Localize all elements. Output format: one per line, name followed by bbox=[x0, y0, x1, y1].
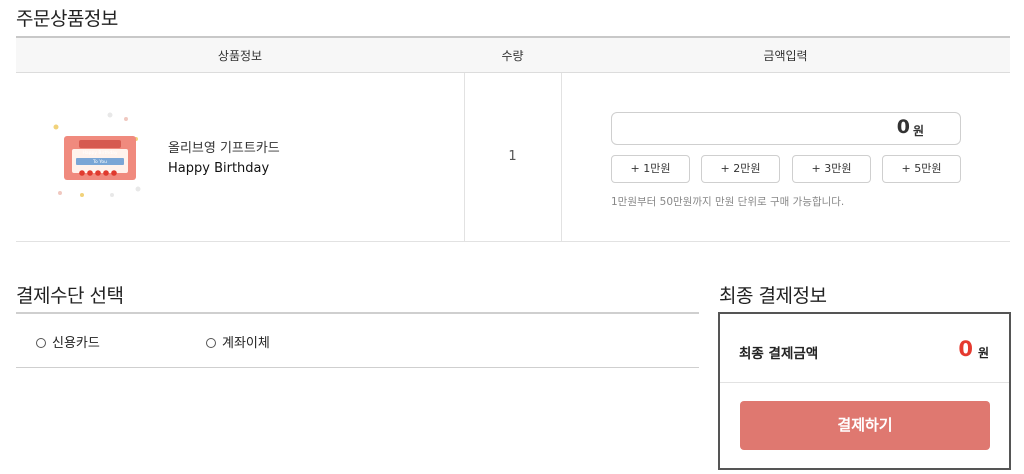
card-text-line1: Happy Birthday bbox=[82, 150, 117, 156]
table-header: 상품정보 수량 금액입력 bbox=[16, 36, 1010, 73]
quantity-value: 1 bbox=[508, 149, 517, 164]
radio-label: 신용카드 bbox=[52, 336, 100, 351]
final-amount-value: 0 bbox=[958, 337, 973, 361]
table-row: Happy Birthday To You 올리브영 기프트카드 Happy B… bbox=[16, 73, 1010, 242]
divider bbox=[16, 312, 699, 314]
add-30000-button[interactable]: + 3만원 bbox=[792, 155, 871, 183]
divider bbox=[16, 367, 699, 368]
product-subname: Happy Birthday bbox=[168, 161, 270, 176]
card-text-line2: To You bbox=[92, 159, 107, 165]
final-amount-unit: 원 bbox=[977, 346, 989, 360]
column-divider bbox=[561, 73, 562, 241]
radio-icon[interactable] bbox=[206, 338, 216, 348]
pay-button[interactable]: 결제하기 bbox=[740, 401, 990, 450]
final-payment-box: 최종 결제금액 0 원 결제하기 bbox=[718, 312, 1011, 470]
product-name: 올리브영 기프트카드 bbox=[168, 141, 280, 156]
header-amount: 금액입력 bbox=[763, 49, 808, 63]
amount-value: 0 bbox=[896, 116, 910, 138]
order-table: 상품정보 수량 금액입력 Happy Birthday To You 올리브영 … bbox=[16, 36, 1010, 242]
radio-label: 계좌이체 bbox=[222, 336, 270, 351]
radio-credit-card[interactable]: 신용카드 bbox=[36, 332, 100, 351]
amount-input[interactable]: 0 원 bbox=[611, 112, 961, 145]
order-section-title: 주문상품정보 bbox=[16, 8, 118, 30]
gift-card-thumbnail: Happy Birthday To You bbox=[53, 112, 141, 197]
final-amount-label: 최종 결제금액 bbox=[739, 346, 819, 362]
amount-unit: 원 bbox=[912, 124, 924, 138]
add-50000-button[interactable]: + 5만원 bbox=[882, 155, 961, 183]
amount-note: 1만원부터 50만원까지 만원 단위로 구매 가능합니다. bbox=[611, 196, 845, 208]
header-quantity: 수량 bbox=[501, 49, 524, 63]
add-10000-button[interactable]: + 1만원 bbox=[611, 155, 690, 183]
radio-bank-transfer[interactable]: 계좌이체 bbox=[206, 332, 270, 351]
header-product: 상품정보 bbox=[217, 49, 263, 63]
radio-icon[interactable] bbox=[36, 338, 46, 348]
divider bbox=[720, 382, 1009, 383]
add-20000-button[interactable]: + 2만원 bbox=[701, 155, 780, 183]
payment-section-title: 결제수단 선택 bbox=[16, 285, 124, 307]
final-section-title: 최종 결제정보 bbox=[719, 285, 827, 307]
